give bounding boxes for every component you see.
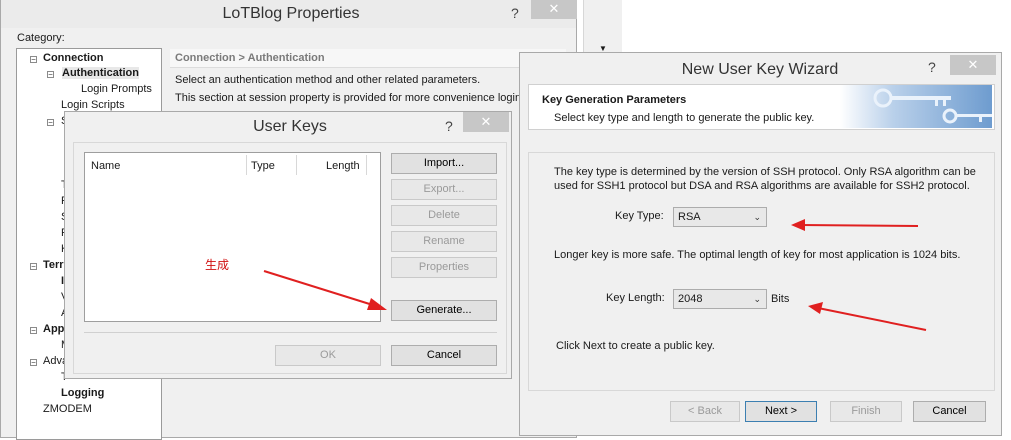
annotation-arrows: [263, 219, 927, 331]
arrow-to-generate: [263, 270, 377, 307]
arrowhead: [791, 219, 805, 231]
arrowhead: [367, 298, 387, 310]
arrow-to-key-type: [799, 224, 919, 227]
arrow-to-key-length: [817, 307, 927, 331]
arrowhead: [808, 302, 823, 314]
